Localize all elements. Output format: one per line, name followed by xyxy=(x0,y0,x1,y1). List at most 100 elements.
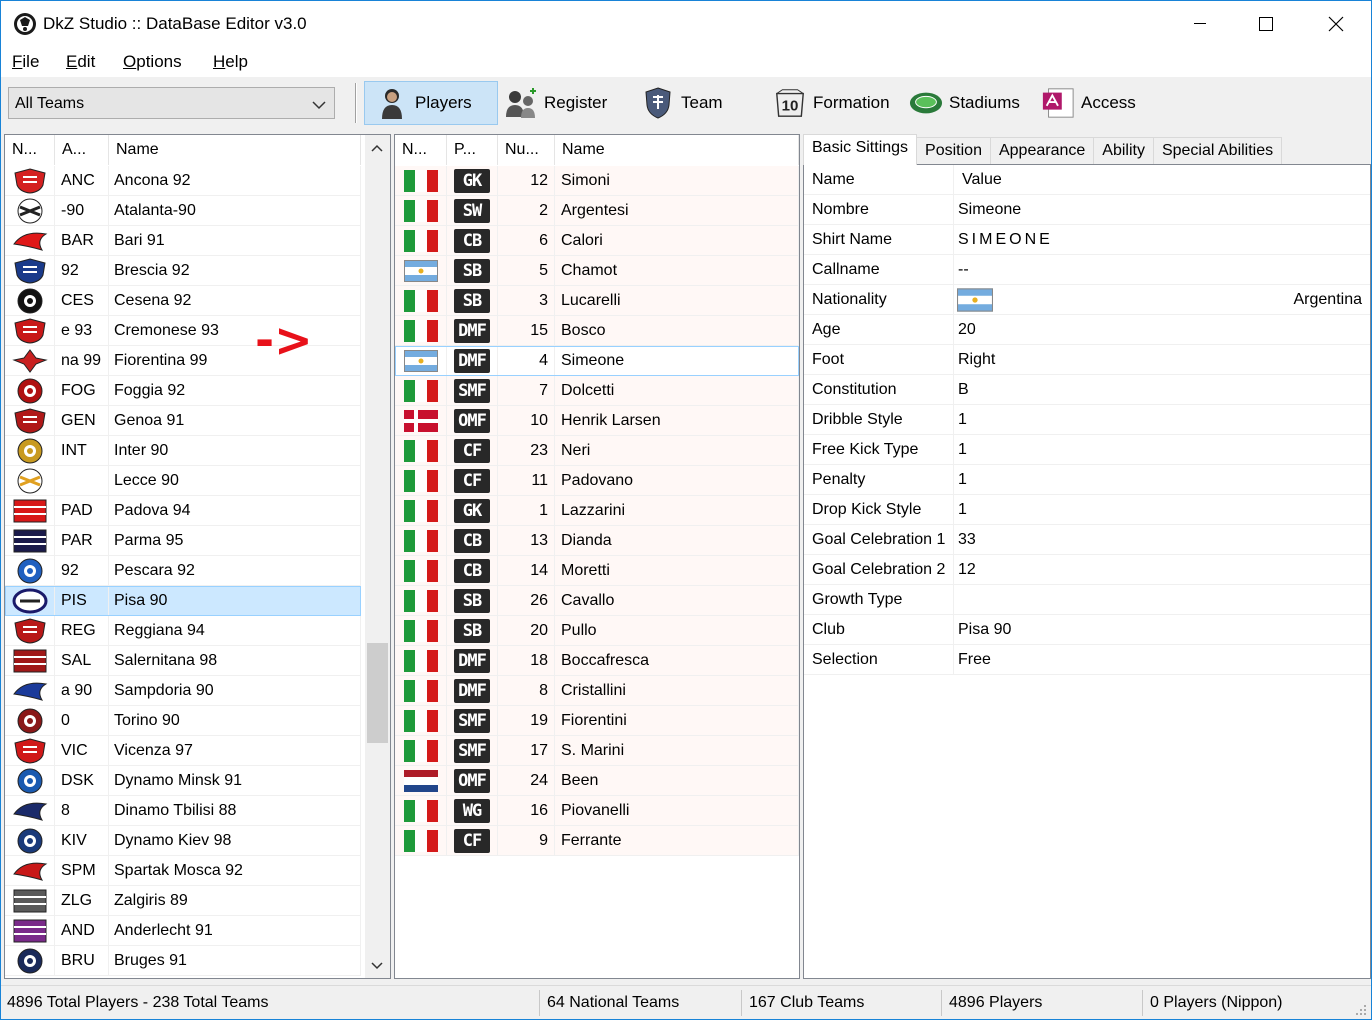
detail-row[interactable]: Nationality Argentina xyxy=(804,285,1370,315)
toolbar-formation-button[interactable]: 10 Formation xyxy=(773,81,890,125)
detail-row[interactable]: Goal Celebration 2 12 xyxy=(804,555,1370,585)
detail-value[interactable]: 1 xyxy=(954,405,1370,434)
team-row[interactable]: 8 Dinamo Tbilisi 88 xyxy=(5,796,361,826)
detail-row[interactable]: Growth Type xyxy=(804,585,1370,615)
detail-value[interactable]: 1 xyxy=(954,495,1370,524)
player-row[interactable]: DMF 8 Cristallini xyxy=(395,676,799,706)
teams-scrollbar[interactable] xyxy=(365,135,390,978)
detail-row[interactable]: Free Kick Type 1 xyxy=(804,435,1370,465)
player-row[interactable]: SB 3 Lucarelli xyxy=(395,286,799,316)
menu-help[interactable]: Help xyxy=(213,52,248,72)
detail-row[interactable]: Callname -- xyxy=(804,255,1370,285)
team-row[interactable]: 92 Pescara 92 xyxy=(5,556,361,586)
detail-value[interactable]: 12 xyxy=(954,555,1370,584)
player-row[interactable]: CB 14 Moretti xyxy=(395,556,799,586)
scrollbar-thumb[interactable] xyxy=(367,643,388,743)
detail-row[interactable]: Dribble Style 1 xyxy=(804,405,1370,435)
player-row[interactable]: DMF 15 Bosco xyxy=(395,316,799,346)
column-header[interactable]: P... xyxy=(447,135,498,165)
player-row[interactable]: OMF 24 Been xyxy=(395,766,799,796)
team-row[interactable]: AND Anderlecht 91 xyxy=(5,916,361,946)
detail-row[interactable]: Constitution B xyxy=(804,375,1370,405)
player-row[interactable]: CF 23 Neri xyxy=(395,436,799,466)
detail-row[interactable]: Foot Right xyxy=(804,345,1370,375)
detail-value[interactable]: 1 xyxy=(954,465,1370,494)
detail-value[interactable]: 33 xyxy=(954,525,1370,554)
resize-grip-icon[interactable] xyxy=(1355,1004,1367,1016)
player-row[interactable]: GK 1 Lazzarini xyxy=(395,496,799,526)
tab-appearance[interactable]: Appearance xyxy=(989,137,1095,165)
column-header[interactable]: Nu... xyxy=(498,135,555,165)
player-detail-grid[interactable]: Name Value Nombre Simeone Shirt Name SIMEONE C… xyxy=(803,164,1371,979)
detail-value[interactable]: 20 xyxy=(954,315,1370,344)
maximize-button[interactable] xyxy=(1243,1,1289,47)
detail-value[interactable]: Free xyxy=(954,645,1370,674)
team-row[interactable]: DSK Dynamo Minsk 91 xyxy=(5,766,361,796)
teams-list[interactable]: N... A... Name ANC Ancona 92 -90 Atalanta-90 B… xyxy=(4,134,391,979)
team-row[interactable]: SPM Spartak Mosca 92 xyxy=(5,856,361,886)
team-row[interactable]: BAR Bari 91 xyxy=(5,226,361,256)
detail-row[interactable]: Club Pisa 90 xyxy=(804,615,1370,645)
detail-row[interactable]: Nombre Simeone xyxy=(804,195,1370,225)
tab-position[interactable]: Position xyxy=(916,137,991,165)
column-header[interactable]: Name xyxy=(555,135,799,165)
player-row[interactable]: SMF 7 Dolcetti xyxy=(395,376,799,406)
player-row[interactable]: SB 20 Pullo xyxy=(395,616,799,646)
team-row[interactable]: PAD Padova 94 xyxy=(5,496,361,526)
team-row[interactable]: -90 Atalanta-90 xyxy=(5,196,361,226)
menu-edit[interactable]: Edit xyxy=(66,52,95,72)
team-row[interactable]: Lecce 90 xyxy=(5,466,361,496)
team-row[interactable]: CES Cesena 92 xyxy=(5,286,361,316)
minimize-button[interactable] xyxy=(1177,1,1223,47)
detail-value[interactable]: Simeone xyxy=(954,195,1370,224)
team-row[interactable]: PIS Pisa 90 xyxy=(5,586,361,616)
team-row[interactable]: FOG Foggia 92 xyxy=(5,376,361,406)
column-header[interactable]: N... xyxy=(5,135,55,165)
team-row[interactable]: SAL Salernitana 98 xyxy=(5,646,361,676)
detail-value[interactable]: Right xyxy=(954,345,1370,374)
tab-special-abilities[interactable]: Special Abilities xyxy=(1152,137,1283,165)
team-row[interactable]: 92 Brescia 92 xyxy=(5,256,361,286)
tab-basic-sittings[interactable]: Basic Sittings xyxy=(803,134,918,165)
player-row[interactable]: CB 13 Dianda xyxy=(395,526,799,556)
player-row[interactable]: DMF 4 Simeone xyxy=(395,346,799,376)
tab-ability[interactable]: Ability xyxy=(1093,137,1154,165)
team-row[interactable]: ANC Ancona 92 xyxy=(5,166,361,196)
menu-options[interactable]: Options xyxy=(123,52,182,72)
player-row[interactable]: OMF 10 Henrik Larsen xyxy=(395,406,799,436)
player-row[interactable]: SW 2 Argentesi xyxy=(395,196,799,226)
column-header[interactable]: A... xyxy=(55,135,109,165)
player-row[interactable]: GK 12 Simoni xyxy=(395,166,799,196)
player-row[interactable]: CF 11 Padovano xyxy=(395,466,799,496)
team-row[interactable]: ZLG Zalgiris 89 xyxy=(5,886,361,916)
player-row[interactable]: WG 16 Piovanelli xyxy=(395,796,799,826)
detail-row[interactable]: Goal Celebration 1 33 xyxy=(804,525,1370,555)
team-row[interactable]: REG Reggiana 94 xyxy=(5,616,361,646)
team-row[interactable]: INT Inter 90 xyxy=(5,436,361,466)
team-row[interactable]: a 90 Sampdoria 90 xyxy=(5,676,361,706)
detail-value[interactable]: Argentina xyxy=(954,285,1370,314)
team-filter-select[interactable]: All Teams xyxy=(8,87,335,119)
team-row[interactable]: PAR Parma 95 xyxy=(5,526,361,556)
detail-row[interactable]: Age 20 xyxy=(804,315,1370,345)
toolbar-stadiums-button[interactable]: Stadiums xyxy=(909,81,1020,125)
detail-row[interactable]: Penalty 1 xyxy=(804,465,1370,495)
detail-value[interactable]: 1 xyxy=(954,435,1370,464)
toolbar-register-button[interactable]: Register xyxy=(504,81,607,125)
detail-value[interactable]: B xyxy=(954,375,1370,404)
toolbar-access-button[interactable]: Access xyxy=(1041,81,1136,125)
team-row[interactable]: 0 Torino 90 xyxy=(5,706,361,736)
player-row[interactable]: CB 6 Calori xyxy=(395,226,799,256)
team-row[interactable]: BRU Bruges 91 xyxy=(5,946,361,976)
team-row[interactable]: GEN Genoa 91 xyxy=(5,406,361,436)
player-row[interactable]: CF 9 Ferrante xyxy=(395,826,799,856)
column-header[interactable]: N... xyxy=(395,135,447,165)
column-header[interactable]: Name xyxy=(109,135,361,165)
players-list[interactable]: N... P... Nu... Name GK 12 Simoni SW 2 Argentesi… xyxy=(394,134,800,979)
detail-row[interactable]: Selection Free xyxy=(804,645,1370,675)
player-row[interactable]: SMF 17 S. Marini xyxy=(395,736,799,766)
player-row[interactable]: SB 26 Cavallo xyxy=(395,586,799,616)
detail-value[interactable] xyxy=(954,585,1370,614)
detail-value[interactable]: SIMEONE xyxy=(954,225,1370,254)
player-row[interactable]: SB 5 Chamot xyxy=(395,256,799,286)
